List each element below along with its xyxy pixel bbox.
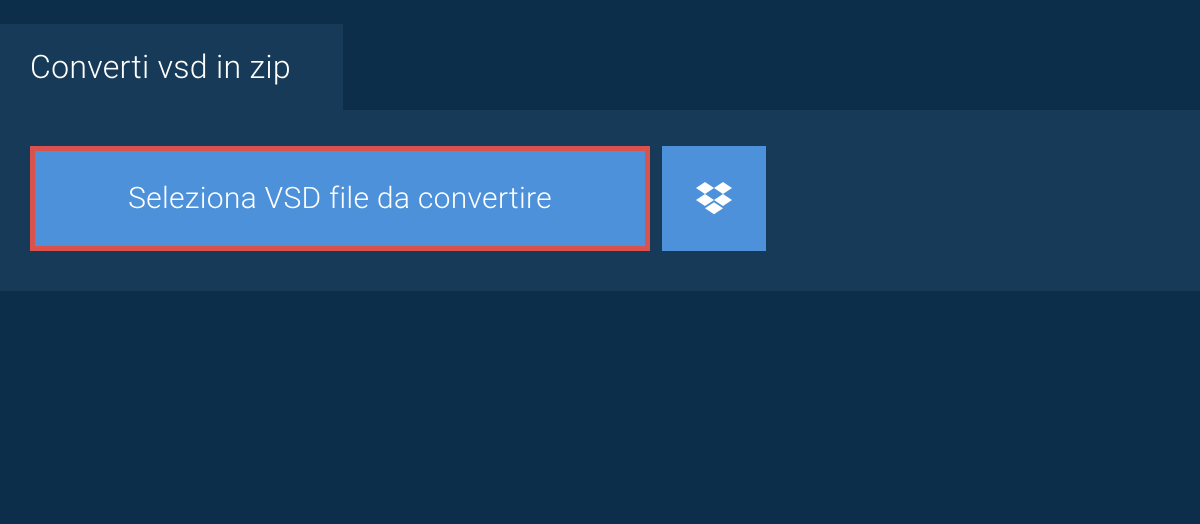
tab-label: Converti vsd in zip (30, 48, 291, 86)
dropbox-icon (696, 179, 732, 219)
tab-bar: Converti vsd in zip (0, 24, 1200, 110)
select-file-button[interactable]: Seleziona VSD file da convertire (30, 146, 650, 251)
dropbox-button[interactable] (662, 146, 766, 251)
select-file-label: Seleziona VSD file da convertire (128, 181, 552, 216)
button-group: Seleziona VSD file da convertire (30, 146, 1170, 251)
converter-panel: Seleziona VSD file da convertire (0, 110, 1200, 291)
tab-convert[interactable]: Converti vsd in zip (0, 24, 343, 110)
